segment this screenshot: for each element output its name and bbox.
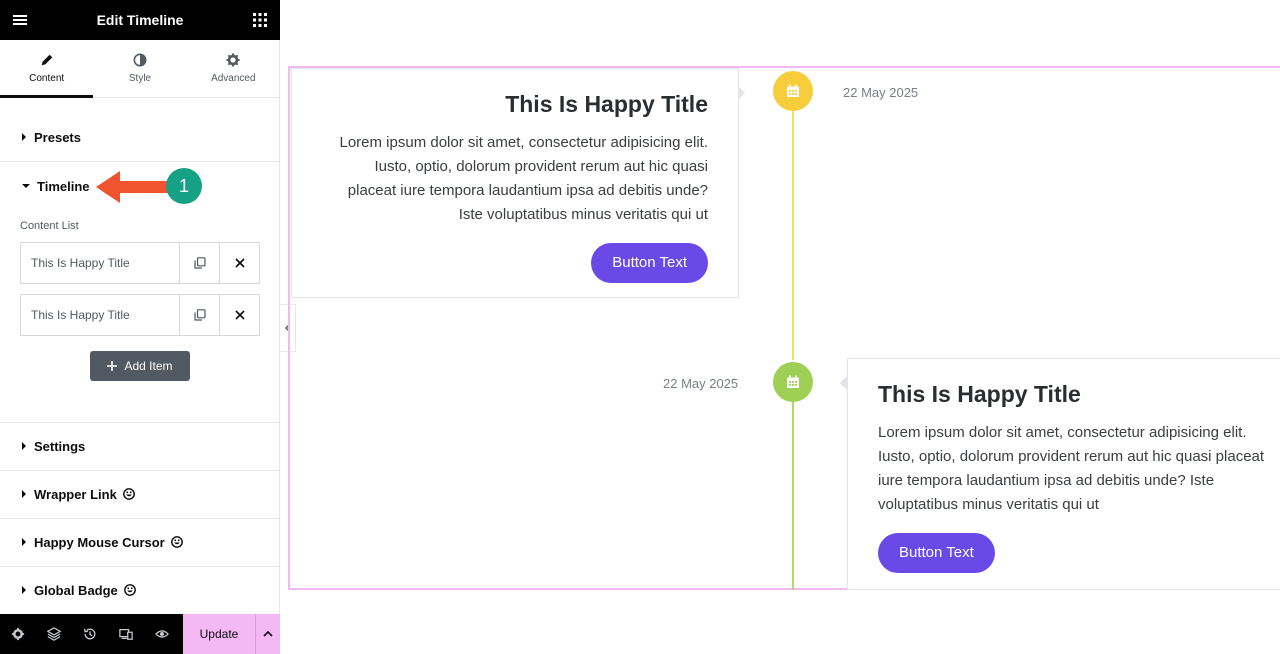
settings-button[interactable] xyxy=(0,614,36,654)
timeline-card-title: This Is Happy Title xyxy=(505,91,708,117)
repeater-item-title[interactable]: This Is Happy Title xyxy=(21,295,179,335)
eye-icon xyxy=(155,630,169,638)
remove-button[interactable] xyxy=(219,243,259,283)
gear-icon xyxy=(11,627,25,641)
repeater-item: This Is Happy Title xyxy=(20,242,260,284)
history-icon xyxy=(84,628,96,640)
section-toggle-wrapper-link[interactable]: Wrapper Link xyxy=(0,470,280,518)
tab-label: Advanced xyxy=(211,73,256,84)
timeline-card-button[interactable]: Button Text xyxy=(591,243,708,283)
timeline-card-title: This Is Happy Title xyxy=(878,381,1081,407)
layers-icon xyxy=(47,627,61,641)
editor-panel: Edit Timeline Content Style Advanced Pre… xyxy=(0,0,280,654)
duplicate-button[interactable] xyxy=(179,243,219,283)
timeline-line xyxy=(792,110,794,360)
panel-tabs: Content Style Advanced xyxy=(0,40,280,98)
preview-button[interactable] xyxy=(144,614,180,654)
caret-down-icon xyxy=(22,184,30,188)
panel-footer: Update xyxy=(0,614,280,654)
close-icon xyxy=(234,258,245,268)
tab-label: Content xyxy=(29,73,65,84)
caret-right-icon xyxy=(22,442,26,450)
gear-icon xyxy=(226,53,240,67)
caret-right-icon xyxy=(22,538,26,546)
happy-addons-icon xyxy=(122,488,135,500)
copy-icon xyxy=(193,309,206,321)
calendar-icon xyxy=(787,375,799,388)
copy-icon xyxy=(193,257,206,269)
close-icon xyxy=(234,310,245,320)
timeline-card-button[interactable]: Button Text xyxy=(878,533,995,573)
tab-style[interactable]: Style xyxy=(93,40,186,97)
card-pointer xyxy=(738,86,745,100)
section-toggle-global-badge[interactable]: Global Badge xyxy=(0,566,280,614)
timeline-line xyxy=(792,400,794,590)
add-item-button[interactable]: Add Item xyxy=(90,351,190,381)
section-global-badge: Global Badge xyxy=(0,566,280,614)
happy-addons-icon xyxy=(170,536,183,548)
section-title: Global Badge xyxy=(34,582,118,598)
section-title: Settings xyxy=(34,438,86,454)
navigator-button[interactable] xyxy=(36,614,72,654)
section-title: Timeline xyxy=(37,178,90,194)
section-happy-mouse-cursor: Happy Mouse Cursor xyxy=(0,518,280,567)
annotation-arrow-icon xyxy=(96,171,170,203)
happy-addons-icon xyxy=(123,584,136,596)
chevron-up-icon xyxy=(263,630,273,637)
card-pointer xyxy=(840,376,847,390)
section-title: Wrapper Link xyxy=(34,486,117,502)
panel-title: Edit Timeline xyxy=(96,12,184,28)
timeline-dot xyxy=(773,362,813,402)
section-toggle-settings[interactable]: Settings xyxy=(0,422,280,470)
timeline-dot xyxy=(773,71,813,111)
tab-advanced[interactable]: Advanced xyxy=(187,40,280,97)
section-title: Happy Mouse Cursor xyxy=(34,534,165,550)
responsive-icon xyxy=(119,629,133,640)
repeater-item-title[interactable]: This Is Happy Title xyxy=(21,243,179,283)
tab-content[interactable]: Content xyxy=(0,40,94,98)
caret-right-icon xyxy=(22,133,26,141)
pencil-icon xyxy=(41,54,52,66)
remove-button[interactable] xyxy=(219,295,259,335)
timeline-card-text: Lorem ipsum dolor sit amet, consectetur … xyxy=(339,134,709,223)
panel-header: Edit Timeline xyxy=(0,0,280,40)
timeline-card: This Is Happy Title Lorem ipsum dolor si… xyxy=(847,358,1280,590)
timeline-card-text: Lorem ipsum dolor sit amet, consectetur … xyxy=(878,424,1265,513)
timeline-card: This Is Happy Title Lorem ipsum dolor si… xyxy=(291,68,739,298)
caret-right-icon xyxy=(22,586,26,594)
widgets-grid-icon[interactable] xyxy=(252,12,268,28)
update-options-button[interactable] xyxy=(255,614,280,654)
section-presets: Presets xyxy=(0,113,280,162)
timeline-date: 22 May 2025 xyxy=(843,85,919,100)
add-item-label: Add Item xyxy=(124,359,173,373)
section-wrapper-link: Wrapper Link xyxy=(0,470,280,519)
timeline-date: 22 May 2025 xyxy=(663,376,739,391)
hamburger-menu-icon[interactable] xyxy=(12,12,28,28)
plus-icon xyxy=(107,361,118,371)
history-button[interactable] xyxy=(72,614,108,654)
content-list-label: Content List xyxy=(20,220,79,232)
half-circle-icon xyxy=(133,53,147,67)
section-toggle-presets[interactable]: Presets xyxy=(0,113,280,161)
duplicate-button[interactable] xyxy=(179,295,219,335)
section-title: Presets xyxy=(34,129,81,145)
section-settings: Settings xyxy=(0,422,280,471)
tab-label: Style xyxy=(128,73,152,84)
caret-right-icon xyxy=(22,490,26,498)
calendar-icon xyxy=(787,84,799,97)
step-number-badge: 1 xyxy=(166,168,202,204)
responsive-mode-button[interactable] xyxy=(108,614,144,654)
repeater-item: This Is Happy Title xyxy=(20,294,260,336)
section-toggle-happy-mouse-cursor[interactable]: Happy Mouse Cursor xyxy=(0,518,280,566)
update-button[interactable]: Update xyxy=(183,614,255,654)
